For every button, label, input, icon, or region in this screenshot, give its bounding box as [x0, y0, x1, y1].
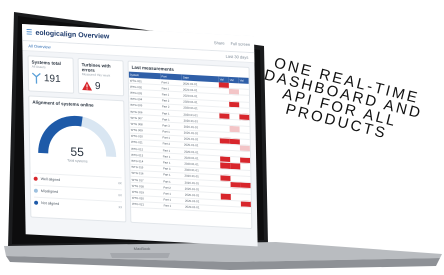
marketing-scene: MacBook ☰ eologicalign Overview Share Fu…	[0, 0, 444, 275]
table-body: WTG 001 Part 1 2020-01-01 WTG 002 Part 1 2020…	[128, 77, 252, 214]
date-range-select[interactable]: Last 30 days	[226, 54, 249, 60]
page-title: eologicalign Overview	[35, 29, 110, 41]
turbine-alerts-card[interactable]: Turbines with errors Measured this week …	[77, 57, 125, 97]
legend-dot	[33, 176, 38, 181]
systems-total-card[interactable]: Systems total All Assets 191	[27, 55, 75, 94]
alignment-card[interactable]: Alignment of systems online 55 Total sys…	[28, 95, 127, 223]
legend-value: xx	[118, 193, 122, 198]
legend-label: Misaligned	[40, 189, 59, 194]
menu-icon[interactable]: ☰	[26, 28, 32, 36]
table-cell: Part 1	[162, 202, 185, 210]
legend-dot	[34, 200, 39, 205]
status-cell	[220, 205, 232, 213]
laptop-notch	[110, 253, 170, 258]
laptop-brand: MacBook	[134, 246, 151, 251]
status-cell	[230, 206, 242, 213]
alignment-title: Alignment of systems online	[32, 99, 94, 108]
legend-value: xx	[118, 181, 122, 186]
table-cell: 2020-01-01	[184, 203, 222, 212]
turbine-alerts-subtitle: Measured this week	[81, 72, 111, 78]
status-cell	[240, 206, 252, 214]
dashboard-content: Systems total All Assets 191 Turbines wi…	[22, 51, 257, 233]
kpi-row: Systems total All Assets 191 Turbines wi…	[27, 55, 125, 97]
turbine-alerts-value: 9	[94, 80, 101, 93]
warning-triangle-icon	[82, 81, 93, 91]
systems-total-value: 191	[43, 73, 61, 86]
legend-row: Misaligned xx	[33, 184, 122, 198]
measurements-card: Last measurements System Part Date Val V…	[127, 60, 253, 230]
left-column: Systems total All Assets 191 Turbines wi…	[27, 55, 127, 223]
turbine-alerts-metric: 9	[82, 80, 120, 93]
legend-row: Not aligned xx	[34, 196, 123, 210]
header-actions: Share Full screen	[214, 40, 250, 47]
alignment-legend: Well aligned xx Misaligned xx Not aligne…	[33, 172, 123, 210]
dashboard-screen: ☰ eologicalign Overview Share Full scree…	[22, 24, 258, 247]
legend-row: Well aligned xx	[33, 172, 122, 186]
share-link[interactable]: Share	[214, 40, 225, 46]
table-cell: WTG 021	[130, 200, 163, 209]
measurements-table: System Part Date Val Val Val WTG 001 Part…	[128, 71, 252, 214]
legend-value: xx	[118, 205, 123, 210]
legend-label: Well aligned	[40, 177, 61, 183]
fullscreen-link[interactable]: Full screen	[231, 40, 251, 46]
antenna-icon	[31, 72, 41, 84]
alignment-gauge: 55 Total systems	[34, 109, 119, 167]
legend-label: Not aligned	[41, 201, 60, 206]
overview-tab[interactable]: All Overview	[28, 43, 50, 49]
systems-total-metric: 191	[31, 72, 70, 86]
legend-dot	[33, 188, 38, 193]
